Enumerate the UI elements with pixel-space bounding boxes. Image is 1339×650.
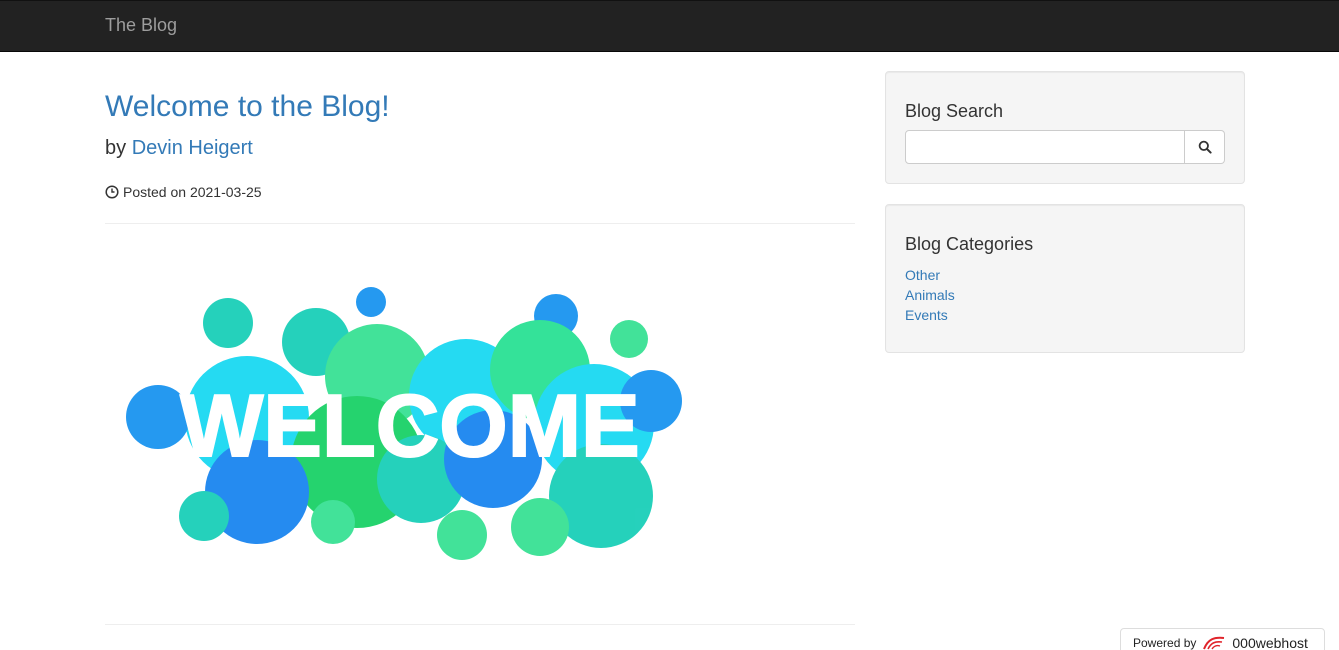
- welcome-image-text: WELCOME: [180, 376, 640, 475]
- category-link-events[interactable]: Events: [905, 307, 948, 323]
- webhost-logo-icon: [1203, 636, 1225, 650]
- divider: [105, 223, 855, 224]
- search-group: [905, 130, 1225, 164]
- list-item: Other: [905, 265, 955, 285]
- search-button[interactable]: [1185, 130, 1225, 164]
- post-date: Posted on 2021-03-25: [105, 184, 262, 200]
- list-item: Events: [905, 305, 955, 325]
- search-input[interactable]: [905, 130, 1185, 164]
- categories-heading: Blog Categories: [905, 234, 1034, 254]
- post-title[interactable]: Welcome to the Blog!: [105, 90, 390, 124]
- top-navbar: The Blog: [0, 0, 1339, 52]
- post-byline: by Devin Heigert: [105, 137, 253, 160]
- search-widget: Blog Search: [885, 71, 1245, 184]
- search-icon: [1198, 140, 1212, 154]
- webhost-brand: 000webhost: [1232, 635, 1308, 650]
- list-item: Animals: [905, 285, 955, 305]
- divider: [105, 624, 855, 625]
- byline-prefix: by: [105, 137, 127, 159]
- clock-icon: [105, 185, 119, 199]
- navbar-brand[interactable]: The Blog: [105, 15, 177, 36]
- category-list: Other Animals Events: [905, 265, 955, 325]
- powered-by-label: Powered by: [1133, 636, 1197, 650]
- category-link-animals[interactable]: Animals: [905, 287, 955, 303]
- category-link-other[interactable]: Other: [905, 267, 940, 283]
- categories-widget: Blog Categories Other Animals Events: [885, 204, 1245, 353]
- search-heading: Blog Search: [905, 101, 1004, 121]
- post-date-text: Posted on 2021-03-25: [123, 184, 262, 200]
- welcome-image: WELCOME: [126, 287, 682, 560]
- author-link[interactable]: Devin Heigert: [132, 137, 253, 159]
- powered-by-badge[interactable]: Powered by 000webhost: [1120, 628, 1325, 650]
